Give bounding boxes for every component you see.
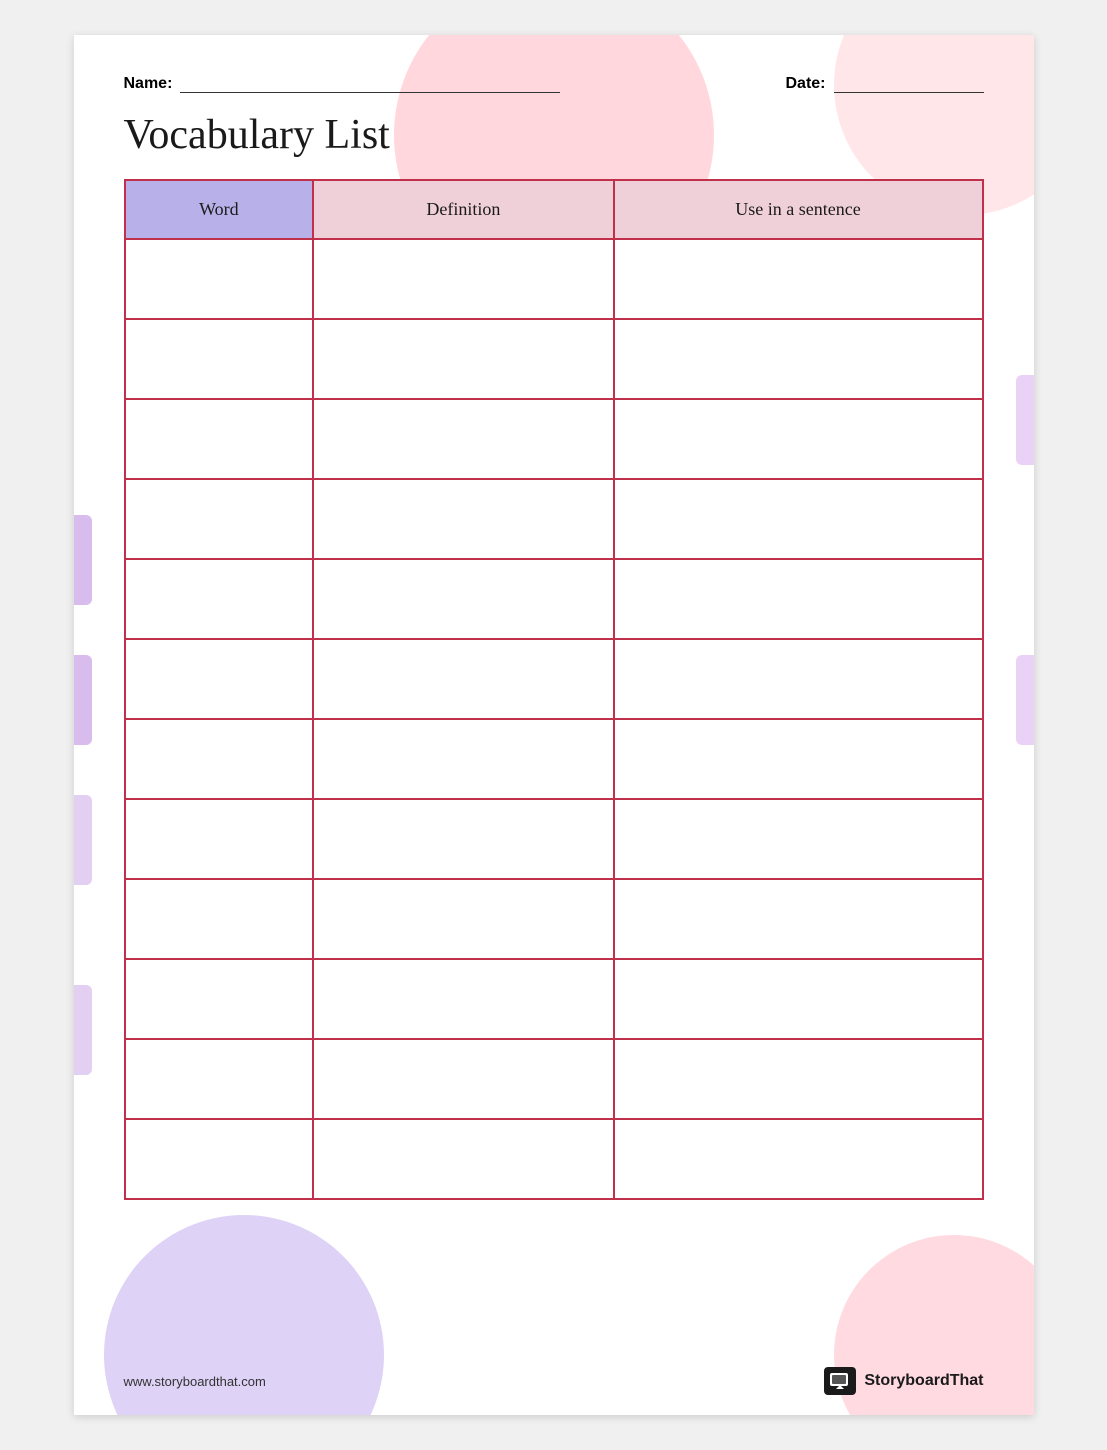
- column-header-sentence: Use in a sentence: [614, 180, 983, 239]
- sentence-cell[interactable]: [614, 319, 983, 399]
- definition-cell[interactable]: [313, 959, 613, 1039]
- table-row: [125, 319, 983, 399]
- definition-cell[interactable]: [313, 799, 613, 879]
- sentence-cell[interactable]: [614, 399, 983, 479]
- word-cell[interactable]: [125, 399, 314, 479]
- definition-cell[interactable]: [313, 559, 613, 639]
- word-cell[interactable]: [125, 319, 314, 399]
- sentence-cell[interactable]: [614, 1119, 983, 1199]
- word-cell[interactable]: [125, 639, 314, 719]
- deco-tab-left-2: [74, 655, 92, 745]
- table-row: [125, 639, 983, 719]
- name-input-line[interactable]: [180, 75, 560, 93]
- word-cell[interactable]: [125, 479, 314, 559]
- sentence-cell[interactable]: [614, 879, 983, 959]
- table-row: [125, 799, 983, 879]
- definition-cell[interactable]: [313, 719, 613, 799]
- page-title: Vocabulary List: [124, 111, 984, 159]
- word-cell[interactable]: [125, 799, 314, 879]
- table-row: [125, 1039, 983, 1119]
- table-row: [125, 879, 983, 959]
- name-date-row: Name: Date:: [124, 75, 984, 93]
- word-cell[interactable]: [125, 719, 314, 799]
- deco-tab-right-1: [1016, 375, 1034, 465]
- name-label: Name:: [124, 75, 173, 93]
- table-row: [125, 479, 983, 559]
- table-row: [125, 399, 983, 479]
- sentence-cell[interactable]: [614, 479, 983, 559]
- sentence-cell[interactable]: [614, 239, 983, 319]
- vocabulary-table: Word Definition Use in a sentence: [124, 179, 984, 1200]
- definition-cell[interactable]: [313, 1119, 613, 1199]
- sentence-cell[interactable]: [614, 799, 983, 879]
- word-cell[interactable]: [125, 1119, 314, 1199]
- word-cell[interactable]: [125, 879, 314, 959]
- definition-cell[interactable]: [313, 319, 613, 399]
- sentence-cell[interactable]: [614, 639, 983, 719]
- deco-tab-left-3: [74, 795, 92, 885]
- word-cell[interactable]: [125, 559, 314, 639]
- storyboardthat-icon: [824, 1367, 856, 1395]
- column-header-definition: Definition: [313, 180, 613, 239]
- deco-tab-left-4: [74, 985, 92, 1075]
- table-row: [125, 559, 983, 639]
- definition-cell[interactable]: [313, 399, 613, 479]
- footer-url: www.storyboardthat.com: [124, 1374, 266, 1389]
- definition-cell[interactable]: [313, 479, 613, 559]
- table-row: [125, 1119, 983, 1199]
- definition-cell[interactable]: [313, 1039, 613, 1119]
- name-field: Name:: [124, 75, 561, 93]
- sentence-cell[interactable]: [614, 719, 983, 799]
- sentence-cell[interactable]: [614, 1039, 983, 1119]
- sentence-cell[interactable]: [614, 959, 983, 1039]
- definition-cell[interactable]: [313, 239, 613, 319]
- table-row: [125, 239, 983, 319]
- definition-cell[interactable]: [313, 879, 613, 959]
- footer-brand: StoryboardThat: [824, 1367, 983, 1395]
- brand-name: StoryboardThat: [864, 1372, 983, 1390]
- date-field: Date:: [785, 75, 983, 93]
- definition-cell[interactable]: [313, 639, 613, 719]
- date-input-line[interactable]: [834, 75, 984, 93]
- word-cell[interactable]: [125, 239, 314, 319]
- deco-tab-right-2: [1016, 655, 1034, 745]
- deco-tab-left-1: [74, 515, 92, 605]
- word-cell[interactable]: [125, 1039, 314, 1119]
- column-header-word: Word: [125, 180, 314, 239]
- footer: www.storyboardthat.com StoryboardThat: [124, 1367, 984, 1395]
- page: Name: Date: Vocabulary List Word Definit…: [74, 35, 1034, 1415]
- content: Name: Date: Vocabulary List Word Definit…: [124, 75, 984, 1200]
- table-header-row: Word Definition Use in a sentence: [125, 180, 983, 239]
- word-cell[interactable]: [125, 959, 314, 1039]
- table-row: [125, 719, 983, 799]
- sentence-cell[interactable]: [614, 559, 983, 639]
- table-row: [125, 959, 983, 1039]
- date-label: Date:: [785, 75, 825, 93]
